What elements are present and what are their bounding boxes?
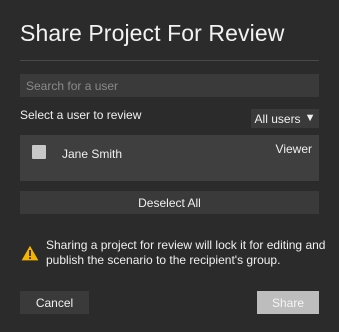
user-row[interactable]: Jane Smith Viewer bbox=[20, 135, 319, 181]
share-button[interactable]: Share bbox=[257, 291, 319, 314]
user-filter-dropdown[interactable]: All users ▼ bbox=[251, 109, 319, 128]
dialog-title: Share Project For Review bbox=[20, 20, 285, 46]
select-user-label: Select a user to review bbox=[20, 108, 142, 122]
deselect-all-button[interactable]: Deselect All bbox=[20, 191, 319, 214]
title-divider bbox=[20, 60, 319, 61]
cancel-button[interactable]: Cancel bbox=[20, 291, 89, 314]
share-project-dialog: Share Project For Review Select a user t… bbox=[0, 0, 339, 332]
user-list: Jane Smith Viewer bbox=[20, 135, 319, 181]
warning-icon bbox=[21, 245, 39, 261]
user-role: Viewer bbox=[275, 142, 312, 156]
user-checkbox[interactable] bbox=[32, 145, 46, 159]
warning-message: Sharing a project for review will lock i… bbox=[46, 238, 326, 267]
caret-down-icon: ▼ bbox=[304, 112, 316, 124]
user-name: Jane Smith bbox=[62, 147, 123, 161]
user-filter-value: All users bbox=[254, 111, 301, 126]
user-search-input[interactable] bbox=[20, 74, 319, 97]
